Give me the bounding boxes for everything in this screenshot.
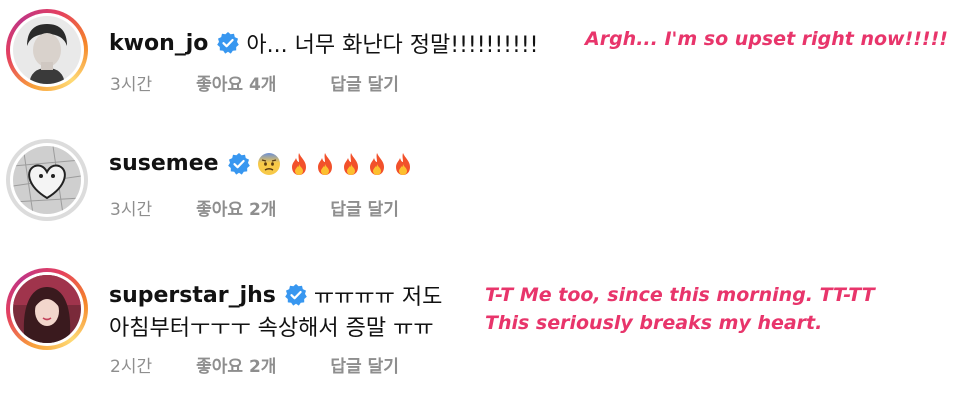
comment-kwon-jo: kwon_jo 아... 너무 화난다 정말!!!!!!!!!! Argh...…: [0, 0, 960, 125]
fire-icon: [395, 152, 410, 175]
username[interactable]: susemee: [109, 151, 219, 176]
comment-susemee: susemee 3시간 좋아요 2개 답글 달기: [0, 135, 960, 255]
emoji-row: [257, 152, 413, 176]
likes-count[interactable]: 좋아요 2개: [196, 352, 276, 377]
reply-button[interactable]: 답글 달기: [330, 352, 398, 377]
fire-icon: [291, 152, 306, 175]
reply-button[interactable]: 답글 달기: [330, 195, 398, 220]
username[interactable]: superstar_jhs: [109, 283, 276, 308]
anxious-face-icon: [257, 152, 280, 175]
fire-icon: [343, 152, 358, 175]
verified-badge-icon: [217, 32, 240, 54]
translation-text: Argh... I'm so upset right now!!!!!: [585, 28, 948, 50]
username[interactable]: kwon_jo: [109, 31, 208, 56]
comment-text-line2: 아침부터ㅜㅜㅜ 속상해서 증말 ㅠㅠ: [109, 316, 434, 341]
avatar-kwon-jo[interactable]: [6, 9, 88, 91]
comment-time: 3시간: [110, 200, 153, 220]
fire-icon: [369, 152, 384, 175]
avatar-photo: [13, 16, 81, 84]
verified-badge-icon: [227, 152, 250, 175]
fire-icon: [317, 152, 332, 175]
comment-time: 3시간: [110, 75, 153, 95]
avatar-photo: [13, 146, 81, 214]
likes-count[interactable]: 좋아요 4개: [196, 70, 276, 95]
comment-text-line1: ㅠㅠㅠㅠ 저도: [313, 285, 443, 310]
avatar-superstar-jhs[interactable]: [6, 268, 88, 350]
avatar-susemee[interactable]: [6, 139, 88, 221]
comment-time: 2시간: [110, 357, 153, 377]
comment-text: 아... 너무 화난다 정말!!!!!!!!!!: [246, 33, 539, 58]
translation-text-line2: This seriously breaks my heart.: [485, 312, 823, 334]
verified-badge-icon: [285, 284, 307, 306]
likes-count[interactable]: 좋아요 2개: [196, 195, 276, 220]
translation-text-line1: T-T Me too, since this morning. TT-TT: [485, 284, 875, 306]
avatar-photo: [13, 275, 81, 343]
reply-button[interactable]: 답글 달기: [330, 70, 398, 95]
comment-superstar-jhs: superstar_jhs ㅠㅠㅠㅠ 저도 아침부터ㅜㅜㅜ 속상해서 증말 ㅠㅠ…: [0, 262, 960, 400]
